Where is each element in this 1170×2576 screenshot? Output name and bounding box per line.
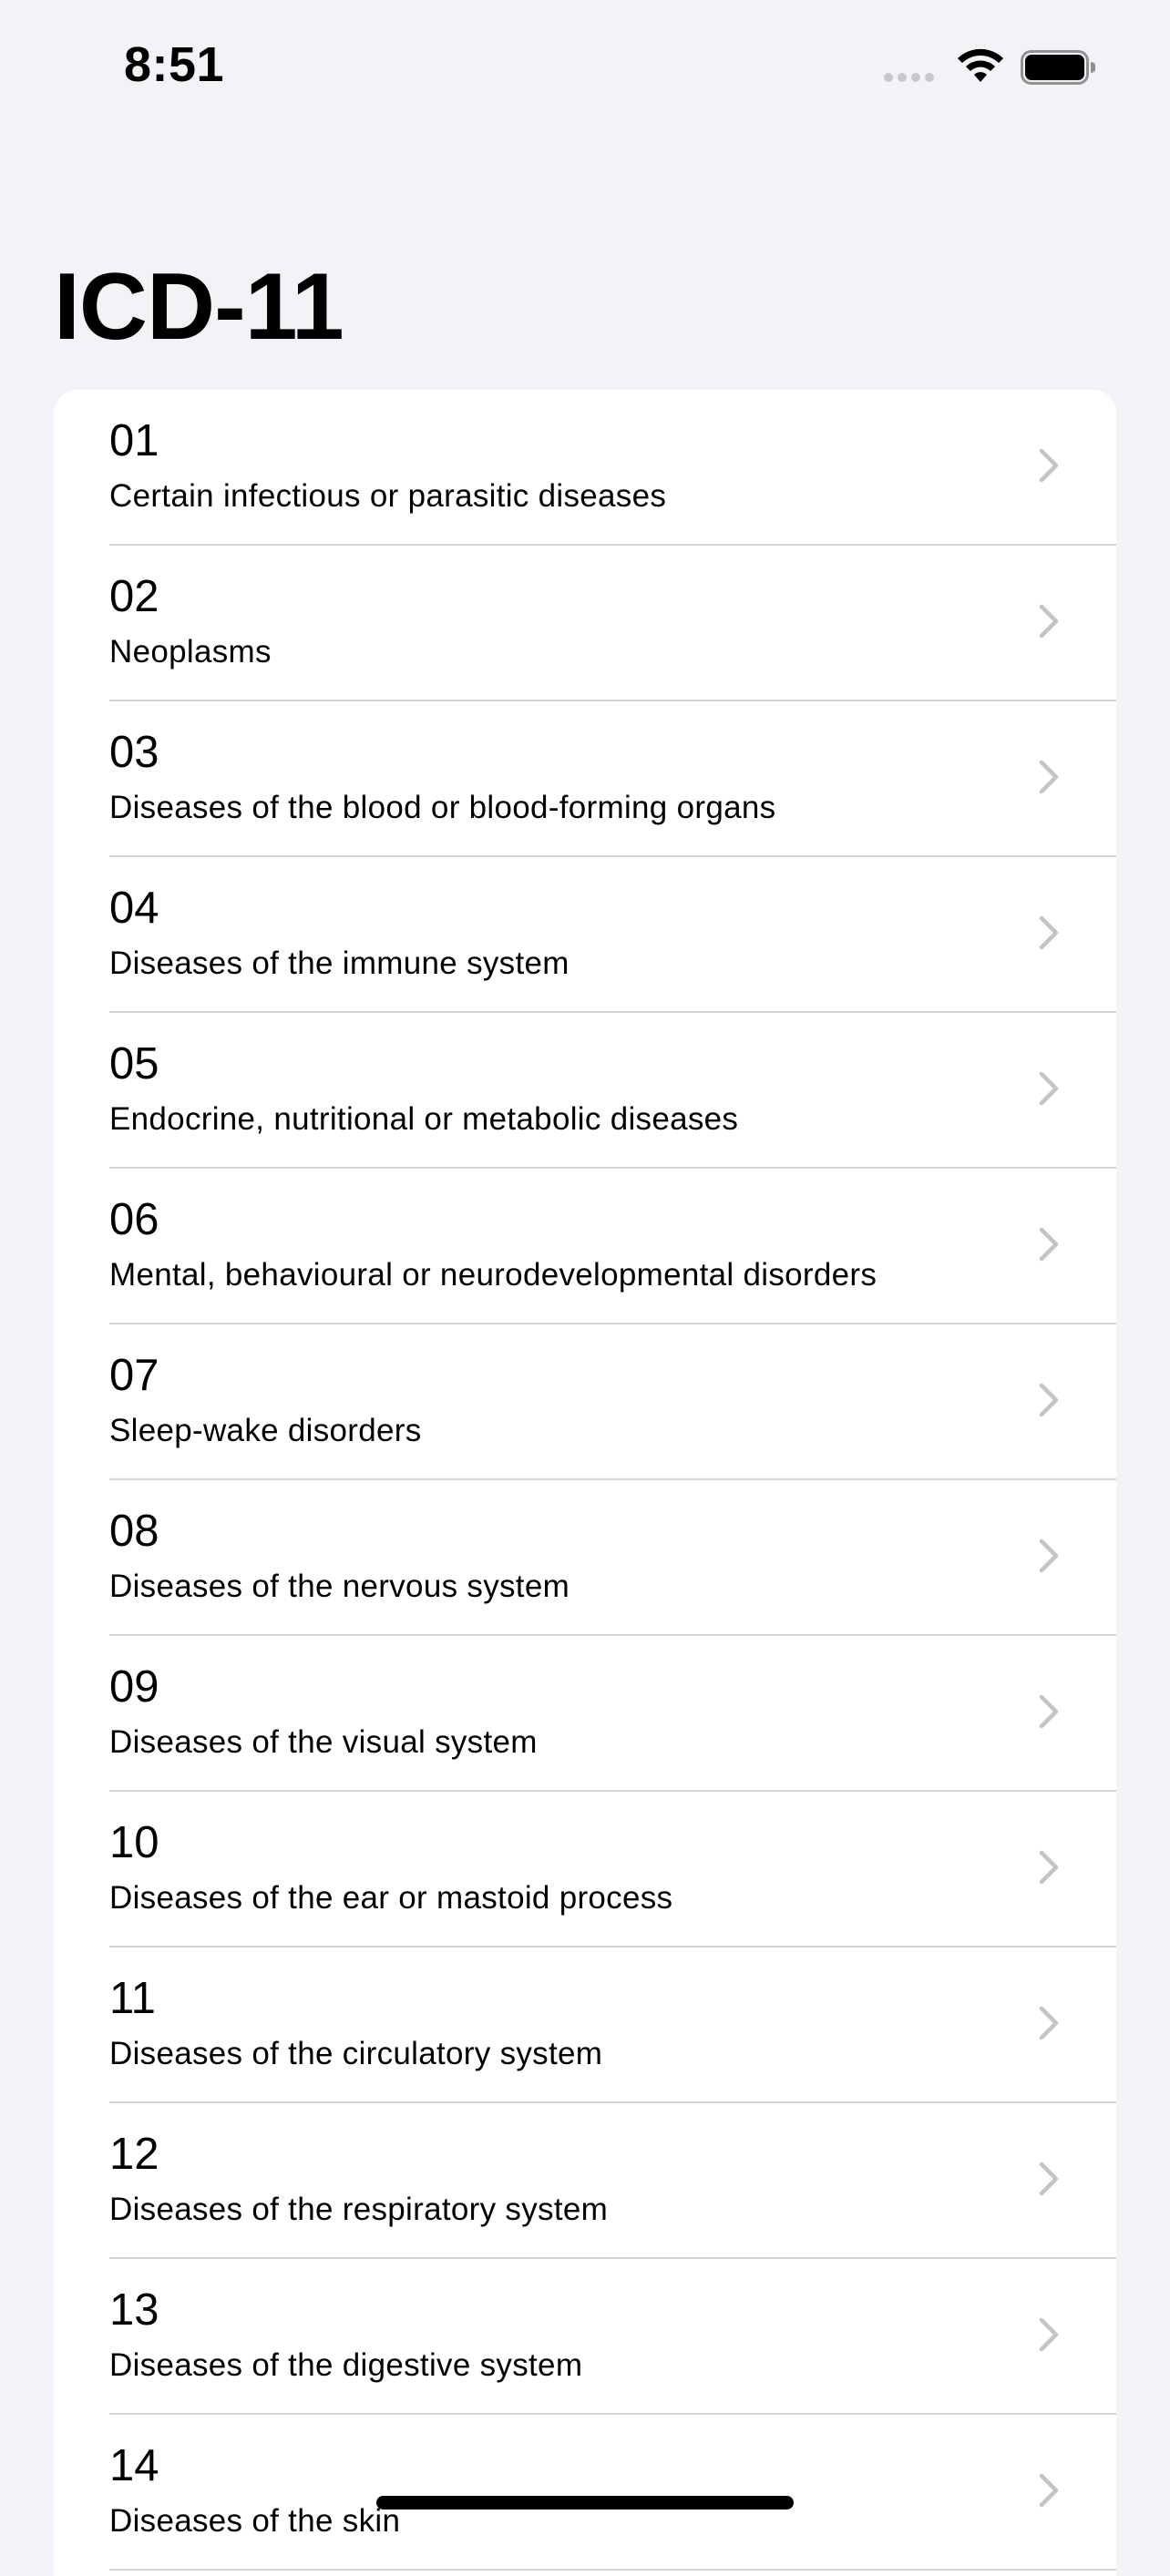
list-item[interactable]: 12 Diseases of the respiratory system [54,2103,1116,2259]
chevron-right-icon [1039,2317,1059,2352]
chapter-code: 06 [109,1195,159,1244]
chapter-code: 14 [109,2441,159,2490]
chevron-right-icon [1039,760,1059,794]
chapter-title: Diseases of the nervous system [109,1569,570,1604]
list-item[interactable]: 04 Diseases of the immune system [54,857,1116,1013]
chapter-code: 13 [109,2285,159,2335]
chapter-code: 04 [109,884,159,933]
chapter-code: 01 [109,416,159,465]
home-indicator[interactable] [376,2496,794,2510]
chapter-title: Sleep-wake disorders [109,1413,422,1448]
list-item[interactable]: 05 Endocrine, nutritional or metabolic di… [54,1013,1116,1169]
chapter-title: Endocrine, nutritional or metabolic dise… [109,1101,739,1137]
chevron-right-icon [1039,604,1059,639]
chapter-title: Neoplasms [109,634,272,670]
chevron-right-icon [1039,915,1059,950]
chapter-code: 02 [109,572,159,621]
chevron-right-icon [1039,2162,1059,2196]
chapter-code: 03 [109,728,159,777]
chapter-title: Diseases of the ear or mastoid process [109,1880,673,1916]
chevron-right-icon [1039,2473,1059,2508]
list-item[interactable]: 01 Certain infectious or parasitic diseas… [54,390,1116,546]
list-item[interactable]: 13 Diseases of the digestive system [54,2259,1116,2415]
chapter-title: Diseases of the respiratory system [109,2192,609,2227]
status-time: 8:51 [124,37,225,92]
chapter-title: Diseases of the skin [109,2503,401,2539]
chapter-title: Mental, behavioural or neurodevelopmenta… [109,1257,878,1293]
signal-dots-icon [884,73,934,82]
chapter-title: Diseases of the blood or blood-forming o… [109,790,776,825]
chevron-right-icon [1039,2006,1059,2040]
list-item[interactable]: 06 Mental, behavioural or neurodevelopmen… [54,1169,1116,1324]
chapter-title: Certain infectious or parasitic diseases [109,478,667,514]
chapter-list: 01 Certain infectious or parasitic diseas… [54,390,1116,2576]
chevron-right-icon [1039,1694,1059,1729]
chevron-right-icon [1039,448,1059,483]
page-title: ICD-11 [54,254,344,360]
status-bar: 8:51 [0,0,1170,128]
list-item[interactable]: 14 Diseases of the skin [54,2415,1116,2571]
chapter-title: Diseases of the immune system [109,946,570,981]
row-separator [109,2569,1116,2571]
chapter-code: 07 [109,1351,159,1400]
list-item[interactable]: 02 Neoplasms [54,546,1116,701]
list-item[interactable]: 11 Diseases of the circulatory system [54,1947,1116,2103]
chevron-right-icon [1039,1227,1059,1262]
list-item[interactable]: 07 Sleep-wake disorders [54,1324,1116,1480]
list-item[interactable]: 09 Diseases of the visual system [54,1636,1116,1792]
chevron-right-icon [1039,1538,1059,1573]
list-item[interactable]: 08 Diseases of the nervous system [54,1480,1116,1636]
chapter-code: 08 [109,1507,159,1556]
chapter-code: 10 [109,1818,159,1867]
chevron-right-icon [1039,1383,1059,1417]
battery-icon [1021,50,1095,85]
list-item[interactable]: 10 Diseases of the ear or mastoid process [54,1792,1116,1947]
chapter-code: 09 [109,1662,159,1712]
chevron-right-icon [1039,1071,1059,1106]
chapter-title: Diseases of the digestive system [109,2347,583,2383]
chevron-right-icon [1039,1850,1059,1885]
chapter-code: 05 [109,1039,159,1089]
chapter-code: 11 [109,1974,156,2023]
chapter-title: Diseases of the visual system [109,1724,538,1760]
wifi-icon [958,48,1003,82]
chapter-title: Diseases of the circulatory system [109,2036,603,2071]
chapter-code: 12 [109,2130,159,2179]
list-item[interactable]: 03 Diseases of the blood or blood-forming… [54,701,1116,857]
